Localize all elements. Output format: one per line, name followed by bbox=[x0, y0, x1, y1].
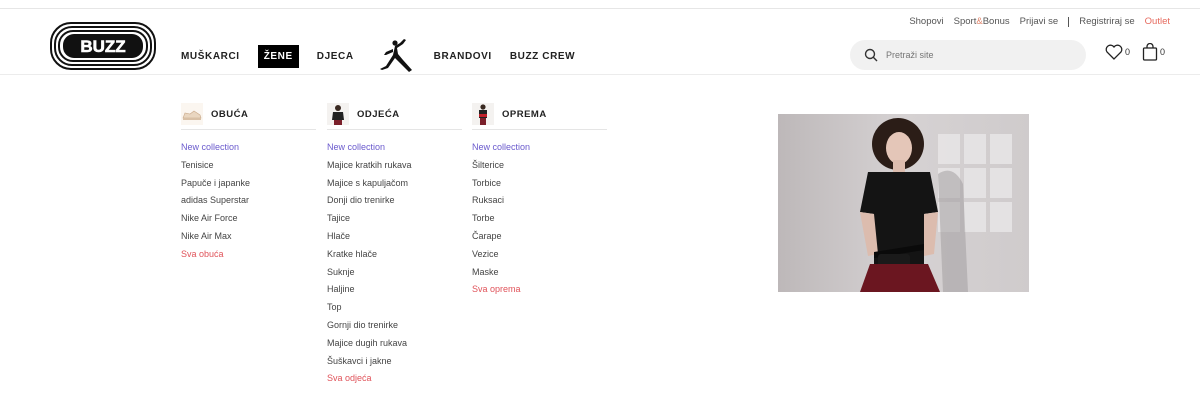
gear-link-new-collection[interactable]: New collection bbox=[472, 139, 607, 157]
clothing-link-skirts[interactable]: Suknje bbox=[327, 264, 462, 282]
register-link[interactable]: Registriraj se bbox=[1079, 16, 1134, 27]
clothing-link-all[interactable]: Sva odjeća bbox=[327, 370, 462, 388]
gear-link-all[interactable]: Sva oprema bbox=[472, 281, 607, 299]
clothing-link-long-sleeves[interactable]: Majice dugih rukava bbox=[327, 335, 462, 353]
gear-link-small-bags[interactable]: Torbice bbox=[472, 175, 607, 193]
gear-link-caps[interactable]: Šilterice bbox=[472, 157, 607, 175]
gear-link-laces[interactable]: Vezice bbox=[472, 246, 607, 264]
clothing-link-shorts[interactable]: Kratke hlače bbox=[327, 246, 462, 264]
gear-thumbnail-icon bbox=[472, 103, 494, 125]
shoes-link-sneakers[interactable]: Tenisice bbox=[181, 157, 316, 175]
gear-link-masks[interactable]: Maske bbox=[472, 264, 607, 282]
clothing-link-new-collection[interactable]: New collection bbox=[327, 139, 462, 157]
buzz-logo-text: BUZZ bbox=[80, 37, 125, 56]
shops-link[interactable]: Shopovi bbox=[909, 16, 943, 27]
utility-bar: Shopovi Sport&Bonus Prijavi se Registrir… bbox=[909, 16, 1170, 27]
search-icon[interactable] bbox=[864, 48, 878, 62]
sneaker-thumbnail-icon bbox=[181, 103, 203, 125]
nav-kids[interactable]: DJECA bbox=[317, 51, 354, 62]
header-divider bbox=[0, 74, 1200, 75]
shoes-link-air-max[interactable]: Nike Air Max bbox=[181, 228, 316, 246]
sport-bonus-link[interactable]: Sport&Bonus bbox=[954, 16, 1010, 27]
menu-heading-shoes[interactable]: OBUĆA bbox=[181, 101, 316, 130]
clothing-link-track-tops[interactable]: Gornji dio trenirke bbox=[327, 317, 462, 335]
menu-title-clothing: ODJEĆA bbox=[357, 108, 400, 120]
buzz-logo[interactable]: BUZZ bbox=[50, 22, 156, 70]
menu-heading-gear[interactable]: OPREMA bbox=[472, 101, 607, 130]
outlet-link[interactable]: Outlet bbox=[1145, 16, 1170, 27]
gear-link-backpacks[interactable]: Ruksaci bbox=[472, 192, 607, 210]
jordan-jumpman-icon[interactable] bbox=[378, 38, 414, 75]
clothing-link-top[interactable]: Top bbox=[327, 299, 462, 317]
shopping-bag-icon[interactable] bbox=[1142, 43, 1158, 61]
search-bar[interactable] bbox=[850, 40, 1086, 70]
menu-heading-clothing[interactable]: ODJEĆA bbox=[327, 101, 462, 130]
clothing-link-hoodies[interactable]: Majice s kapuljačom bbox=[327, 175, 462, 193]
clothing-link-track-pants[interactable]: Donji dio trenirke bbox=[327, 192, 462, 210]
search-input[interactable] bbox=[884, 49, 1078, 61]
clothing-thumbnail-icon bbox=[327, 103, 349, 125]
wishlist-count: 0 bbox=[1125, 47, 1131, 57]
sport-text: Sport bbox=[953, 16, 977, 27]
nav-brands[interactable]: BRANDOVI bbox=[434, 51, 492, 62]
shoes-link-list: New collection Tenisice Papuče i japanke… bbox=[181, 139, 316, 264]
menu-column-clothing: ODJEĆA New collection Majice kratkih ruk… bbox=[327, 101, 462, 388]
menu-column-gear: OPREMA New collection Šilterice Torbice … bbox=[472, 101, 607, 299]
clothing-link-jackets[interactable]: Šuškavci i jakne bbox=[327, 353, 462, 371]
bonus-text: Bonus bbox=[982, 16, 1010, 27]
nav-buzz-crew[interactable]: BUZZ CREW bbox=[510, 51, 575, 62]
gear-link-socks[interactable]: Čarape bbox=[472, 228, 607, 246]
menu-column-shoes: OBUĆA New collection Tenisice Papuče i j… bbox=[181, 101, 316, 264]
cart-count: 0 bbox=[1160, 47, 1166, 57]
header-icons: 0 0 bbox=[1105, 43, 1177, 61]
heart-icon[interactable] bbox=[1105, 44, 1123, 60]
shoes-link-superstar[interactable]: adidas Superstar bbox=[181, 192, 316, 210]
menu-title-gear: OPREMA bbox=[502, 108, 547, 120]
utility-separator bbox=[1068, 16, 1070, 27]
gear-link-list: New collection Šilterice Torbice Ruksaci… bbox=[472, 139, 607, 299]
shoes-link-air-force[interactable]: Nike Air Force bbox=[181, 210, 316, 228]
nav-men[interactable]: MUŠKARCI bbox=[181, 51, 240, 62]
clothing-link-leggings[interactable]: Tajice bbox=[327, 210, 462, 228]
promo-image[interactable] bbox=[778, 114, 1029, 292]
clothing-link-pants[interactable]: Hlače bbox=[327, 228, 462, 246]
login-link[interactable]: Prijavi se bbox=[1020, 16, 1059, 27]
clothing-link-tshirts[interactable]: Majice kratkih rukava bbox=[327, 157, 462, 175]
main-nav: MUŠKARCI ŽENE DJECA BRANDOVI BUZZ CREW bbox=[181, 38, 593, 72]
clothing-link-dresses[interactable]: Haljine bbox=[327, 281, 462, 299]
top-divider bbox=[0, 8, 1200, 9]
shoes-link-new-collection[interactable]: New collection bbox=[181, 139, 316, 157]
menu-title-shoes: OBUĆA bbox=[211, 108, 249, 120]
shoes-link-all[interactable]: Sva obuća bbox=[181, 246, 316, 264]
gear-link-bags[interactable]: Torbe bbox=[472, 210, 607, 228]
nav-women[interactable]: ŽENE bbox=[257, 45, 299, 68]
clothing-link-list: New collection Majice kratkih rukava Maj… bbox=[327, 139, 462, 388]
shoes-link-slippers[interactable]: Papuče i japanke bbox=[181, 175, 316, 193]
